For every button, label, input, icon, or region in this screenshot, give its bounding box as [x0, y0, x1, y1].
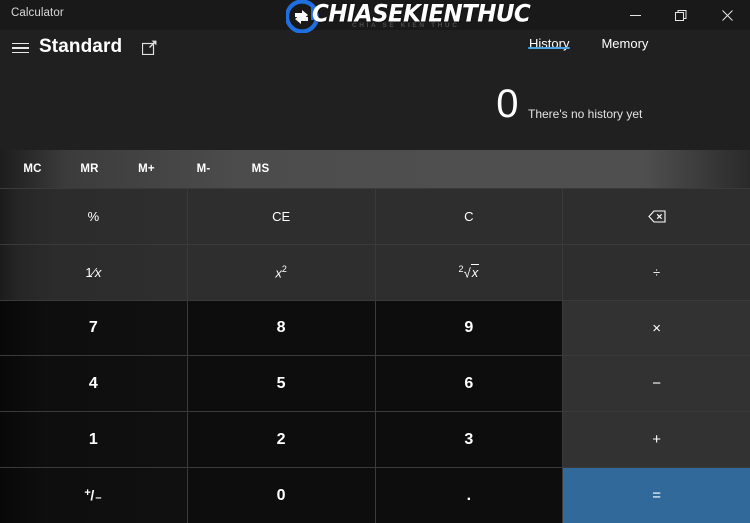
memory-recall-button[interactable]: MR — [61, 150, 118, 188]
digit-3-label: 3 — [464, 430, 474, 448]
square-button[interactable]: x2 — [187, 244, 375, 300]
digit-7-label: 7 — [88, 319, 98, 337]
percent-label: % — [87, 208, 100, 224]
square-root-label: 2√x — [458, 264, 480, 281]
tab-memory[interactable]: Memory — [600, 30, 649, 51]
maximize-button[interactable] — [658, 0, 704, 30]
digit-7-button[interactable]: 7 — [0, 300, 187, 356]
memory-store-button[interactable]: MS — [232, 150, 289, 188]
digit-6-label: 6 — [464, 374, 474, 392]
restore-icon — [674, 9, 686, 21]
digit-9-button[interactable]: 9 — [375, 300, 563, 356]
display-area: 0 There's no history yet — [0, 64, 750, 150]
equals-button[interactable]: = — [563, 468, 750, 523]
digit-1-button[interactable]: 1 — [0, 412, 187, 468]
close-button[interactable] — [704, 0, 750, 30]
subtract-button[interactable]: − — [563, 356, 750, 412]
digit-2-button[interactable]: 2 — [187, 412, 375, 468]
keep-on-top-icon[interactable] — [136, 35, 162, 59]
divide-button[interactable]: ÷ — [563, 244, 750, 300]
reciprocal-button[interactable]: 1⁄x — [0, 244, 187, 300]
equals-label: = — [652, 487, 661, 505]
history-empty-message: There's no history yet — [528, 107, 643, 121]
add-label: + — [652, 431, 661, 449]
tab-memory-label: Memory — [601, 36, 649, 51]
subtract-label: − — [652, 375, 661, 393]
clear-button[interactable]: C — [375, 189, 563, 244]
hamburger-bars — [11, 42, 29, 54]
digit-5-button[interactable]: 5 — [187, 356, 375, 412]
calculator-mode-title: Standard — [39, 36, 123, 57]
add-button[interactable]: + — [563, 412, 750, 468]
digit-1-label: 1 — [88, 430, 98, 448]
header-bar: Standard History Memory — [0, 30, 750, 64]
clear-label: C — [464, 208, 474, 224]
digit-3-button[interactable]: 3 — [375, 412, 563, 468]
digit-0-label: 0 — [276, 486, 286, 504]
keypad: % CE C 1⁄x x2 2√x ÷ 7 8 9 × 4 5 6 − 1 2 … — [0, 188, 750, 523]
multiply-button[interactable]: × — [563, 300, 750, 356]
memory-add-button[interactable]: M+ — [118, 150, 175, 188]
digit-2-label: 2 — [276, 430, 286, 448]
keep-on-top-glyph — [141, 40, 157, 55]
history-memory-tabs: History Memory — [528, 30, 649, 64]
calculator-window: Calculator Standard History Memory 0 The… — [0, 0, 750, 523]
square-root-button[interactable]: 2√x — [375, 244, 563, 300]
digit-6-button[interactable]: 6 — [375, 356, 563, 412]
app-title: Calculator — [11, 7, 64, 19]
digit-8-label: 8 — [276, 319, 286, 337]
digit-8-button[interactable]: 8 — [187, 300, 375, 356]
minimize-icon — [629, 14, 641, 16]
plus-minus-button[interactable]: + / – — [0, 468, 187, 523]
display-value: 0 — [496, 82, 518, 126]
digit-5-label: 5 — [276, 374, 286, 392]
memory-button-bar: MC MR M+ M- MS — [0, 150, 750, 188]
divide-label: ÷ — [653, 264, 661, 280]
backspace-icon — [647, 210, 666, 223]
multiply-label: × — [652, 319, 661, 337]
plus-minus-label: + / – — [84, 487, 102, 505]
percent-button[interactable]: % — [0, 189, 187, 244]
tab-active-underline — [528, 46, 571, 49]
digit-0-button[interactable]: 0 — [187, 468, 375, 523]
decimal-button[interactable]: . — [375, 468, 563, 523]
hamburger-menu-icon[interactable] — [3, 32, 37, 62]
square-label: x2 — [275, 264, 287, 281]
memory-subtract-button[interactable]: M- — [175, 150, 232, 188]
backspace-button[interactable] — [563, 189, 750, 244]
digit-4-label: 4 — [88, 374, 98, 392]
digit-9-label: 9 — [464, 319, 474, 337]
decimal-label: . — [466, 486, 472, 504]
title-bar: Calculator — [0, 0, 750, 30]
memory-clear-button[interactable]: MC — [4, 150, 61, 188]
minimize-button[interactable] — [612, 0, 658, 30]
tab-history[interactable]: History — [528, 30, 571, 51]
clear-entry-label: CE — [272, 208, 291, 224]
close-icon — [721, 9, 733, 21]
window-controls — [612, 0, 750, 30]
digit-4-button[interactable]: 4 — [0, 356, 187, 412]
reciprocal-label: 1⁄x — [85, 264, 102, 280]
clear-entry-button[interactable]: CE — [187, 189, 375, 244]
